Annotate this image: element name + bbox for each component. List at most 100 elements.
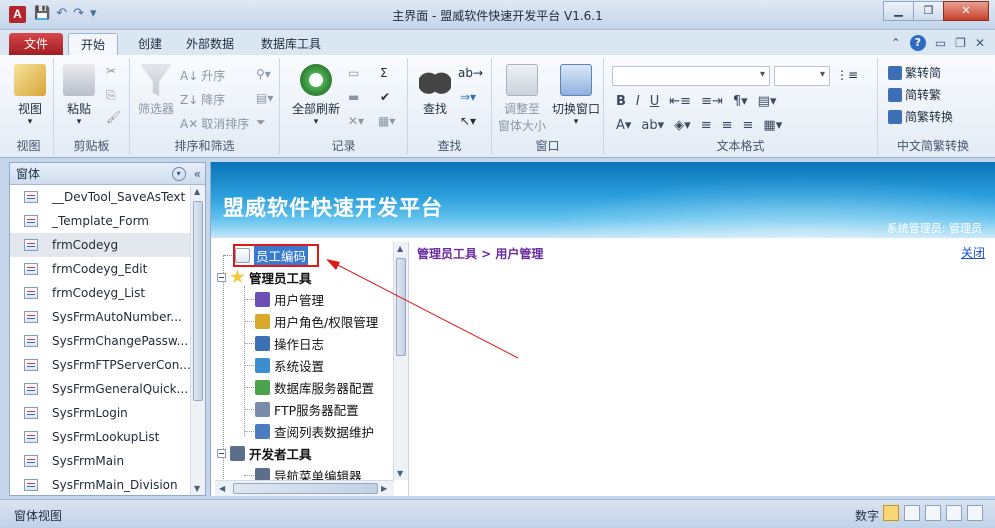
- delete-record-icon[interactable]: ✕▾: [348, 114, 364, 128]
- nav-form-item[interactable]: SysFrmLogin: [10, 401, 191, 425]
- format-painter-icon[interactable]: 🖌: [106, 110, 121, 124]
- replace-icon[interactable]: ab→: [458, 66, 483, 80]
- nav-form-item[interactable]: frmCodeyg: [10, 233, 191, 257]
- bold-button[interactable]: B: [616, 94, 626, 109]
- paste-button[interactable]: 粘贴 ▾: [62, 64, 96, 127]
- tab-external-data[interactable]: 外部数据: [180, 33, 240, 55]
- tree-hscroll-thumb[interactable]: [233, 483, 378, 494]
- find-button[interactable]: 查找: [416, 64, 454, 117]
- nav-form-item[interactable]: SysFrmMain_Division: [10, 473, 191, 497]
- tree-group-1[interactable]: − 开发者工具: [217, 442, 312, 464]
- help-icon[interactable]: ?: [909, 35, 926, 51]
- indent-left-icon[interactable]: ⇤≡: [669, 94, 691, 109]
- spelling-icon[interactable]: ✔: [380, 90, 390, 104]
- copy-icon[interactable]: ⎘: [106, 88, 116, 103]
- new-record-icon[interactable]: ▭: [348, 66, 359, 80]
- tree-node[interactable]: 用户管理: [255, 288, 324, 310]
- font-size-combo[interactable]: [774, 66, 830, 86]
- nav-scroll-thumb[interactable]: [193, 201, 203, 401]
- tree-vscroll-thumb[interactable]: [396, 258, 406, 356]
- font-color-icon[interactable]: A▾: [616, 118, 631, 133]
- restore-button[interactable]: ❐: [913, 1, 944, 21]
- clear-sort-button[interactable]: A✕ 取消排序: [180, 115, 249, 132]
- close-window-button[interactable]: ✕: [943, 1, 989, 21]
- nav-form-item[interactable]: SysFrmLookupList: [10, 425, 191, 449]
- close-doc-icon[interactable]: ✕: [975, 36, 985, 50]
- gridlines-icon[interactable]: ▤▾: [758, 94, 777, 109]
- tree-node[interactable]: 用户角色/权限管理: [255, 310, 378, 332]
- collapse-toggle-icon[interactable]: −: [217, 448, 226, 458]
- datasheet-view-icon[interactable]: [904, 505, 920, 521]
- tree-node[interactable]: 操作日志: [255, 332, 324, 354]
- numbering-icon[interactable]: ⋮≡: [836, 68, 858, 82]
- nav-form-item[interactable]: _Template_Form: [10, 209, 191, 233]
- align-right-icon[interactable]: ≡: [743, 118, 754, 133]
- table-view-icon[interactable]: [967, 505, 983, 521]
- nav-form-item[interactable]: SysFrmFTPServerCon...: [10, 353, 191, 377]
- layout-view-icon[interactable]: [925, 505, 941, 521]
- nav-form-item[interactable]: SysFrmChangePassw...: [10, 329, 191, 353]
- view-button[interactable]: 视图 ▾: [10, 64, 50, 127]
- ribbon-collapse-icon[interactable]: ⌃: [891, 36, 901, 50]
- more-records-icon[interactable]: ▦▾: [378, 114, 395, 128]
- italic-button[interactable]: I: [636, 94, 640, 109]
- toggle-filter-icon[interactable]: ⏷: [256, 115, 266, 130]
- tree-node[interactable]: 系统设置: [255, 354, 324, 376]
- font-name-combo[interactable]: [612, 66, 770, 86]
- nav-form-item[interactable]: frmCodeyg_Edit: [10, 257, 191, 281]
- underline-button[interactable]: U: [650, 94, 660, 109]
- nav-form-item[interactable]: __DevTool_SaveAsText: [10, 185, 191, 209]
- restore-doc-icon[interactable]: ❐: [955, 36, 966, 50]
- sort-descending-button[interactable]: Z↓ 降序: [180, 91, 225, 108]
- close-link[interactable]: 关闭: [961, 244, 985, 261]
- form-view-icon[interactable]: [883, 505, 899, 521]
- nav-menu-chevron-icon[interactable]: ▾: [171, 166, 186, 181]
- totals-icon[interactable]: Σ: [380, 66, 388, 80]
- switch-window-button[interactable]: 切换窗口 ▾: [550, 64, 602, 127]
- tab-file[interactable]: 文件: [9, 33, 63, 55]
- design-view-icon[interactable]: [946, 505, 962, 521]
- refresh-all-button[interactable]: 全部刷新 ▾: [288, 64, 344, 127]
- goto-icon[interactable]: ⇒▾: [460, 90, 476, 104]
- fill-color-icon[interactable]: ◈▾: [674, 118, 691, 133]
- collapse-toggle-icon[interactable]: −: [217, 272, 226, 282]
- traditional-to-simplified-button[interactable]: 繁转简: [888, 64, 941, 81]
- select-icon[interactable]: ↖▾: [460, 114, 476, 128]
- tab-create[interactable]: 创建: [130, 33, 170, 55]
- nav-pane-header[interactable]: 窗体 ▾ «: [10, 163, 205, 185]
- align-center-icon[interactable]: ≡: [722, 118, 733, 133]
- tree-node[interactable]: 查阅列表数据维护: [255, 420, 374, 442]
- alt-row-color-icon[interactable]: ▦▾: [763, 118, 782, 133]
- nav-form-item[interactable]: SysFrmGeneralQuick...: [10, 377, 191, 401]
- sort-ascending-button[interactable]: A↓ 升序: [180, 67, 225, 84]
- tree-group-0[interactable]: − 管理员工具: [217, 266, 312, 288]
- save-record-icon[interactable]: ▬: [348, 90, 359, 104]
- cut-icon[interactable]: ✂: [106, 64, 116, 78]
- filter-button[interactable]: 筛选器: [134, 64, 178, 117]
- tree-horizontal-scrollbar[interactable]: ◀ ▶: [215, 480, 394, 496]
- selection-filter-icon[interactable]: ⚲▾: [256, 67, 271, 81]
- tab-home[interactable]: 开始: [68, 33, 118, 55]
- fit-to-form-button[interactable]: 调整至 窗体大小: [496, 64, 548, 134]
- nav-form-item[interactable]: SysFrmMain: [10, 449, 191, 473]
- nav-scrollbar[interactable]: ▲ ▼: [190, 185, 205, 495]
- paragraph-direction-icon[interactable]: ¶▾: [733, 94, 748, 109]
- minimize-doc-icon[interactable]: ▭: [935, 36, 946, 50]
- tree-node[interactable]: FTP服务器配置: [255, 398, 359, 420]
- scroll-up-icon[interactable]: ▲: [194, 187, 200, 196]
- highlight-icon[interactable]: ab▾: [641, 118, 664, 133]
- nav-form-item[interactable]: SysFrmAutoNumber...: [10, 305, 191, 329]
- chinese-convert-button[interactable]: 简繁转换: [888, 108, 953, 125]
- indent-right-icon[interactable]: ≡⇥: [701, 94, 723, 109]
- nav-form-item[interactable]: frmCodeyg_List: [10, 281, 191, 305]
- tab-database-tools[interactable]: 数据库工具: [254, 33, 328, 55]
- shutter-bar-collapse-icon[interactable]: «: [194, 167, 201, 181]
- simplified-to-traditional-button[interactable]: 简转繁: [888, 86, 941, 103]
- scroll-down-icon[interactable]: ▼: [194, 484, 200, 493]
- tree-scroll-right-icon[interactable]: ▶: [381, 484, 387, 493]
- tree-scroll-down-icon[interactable]: ▼: [397, 469, 403, 478]
- tree-node[interactable]: 数据库服务器配置: [255, 376, 374, 398]
- tree-scroll-left-icon[interactable]: ◀: [219, 484, 225, 493]
- minimize-button[interactable]: ▁: [883, 1, 914, 21]
- tree-scroll-up-icon[interactable]: ▲: [397, 244, 403, 253]
